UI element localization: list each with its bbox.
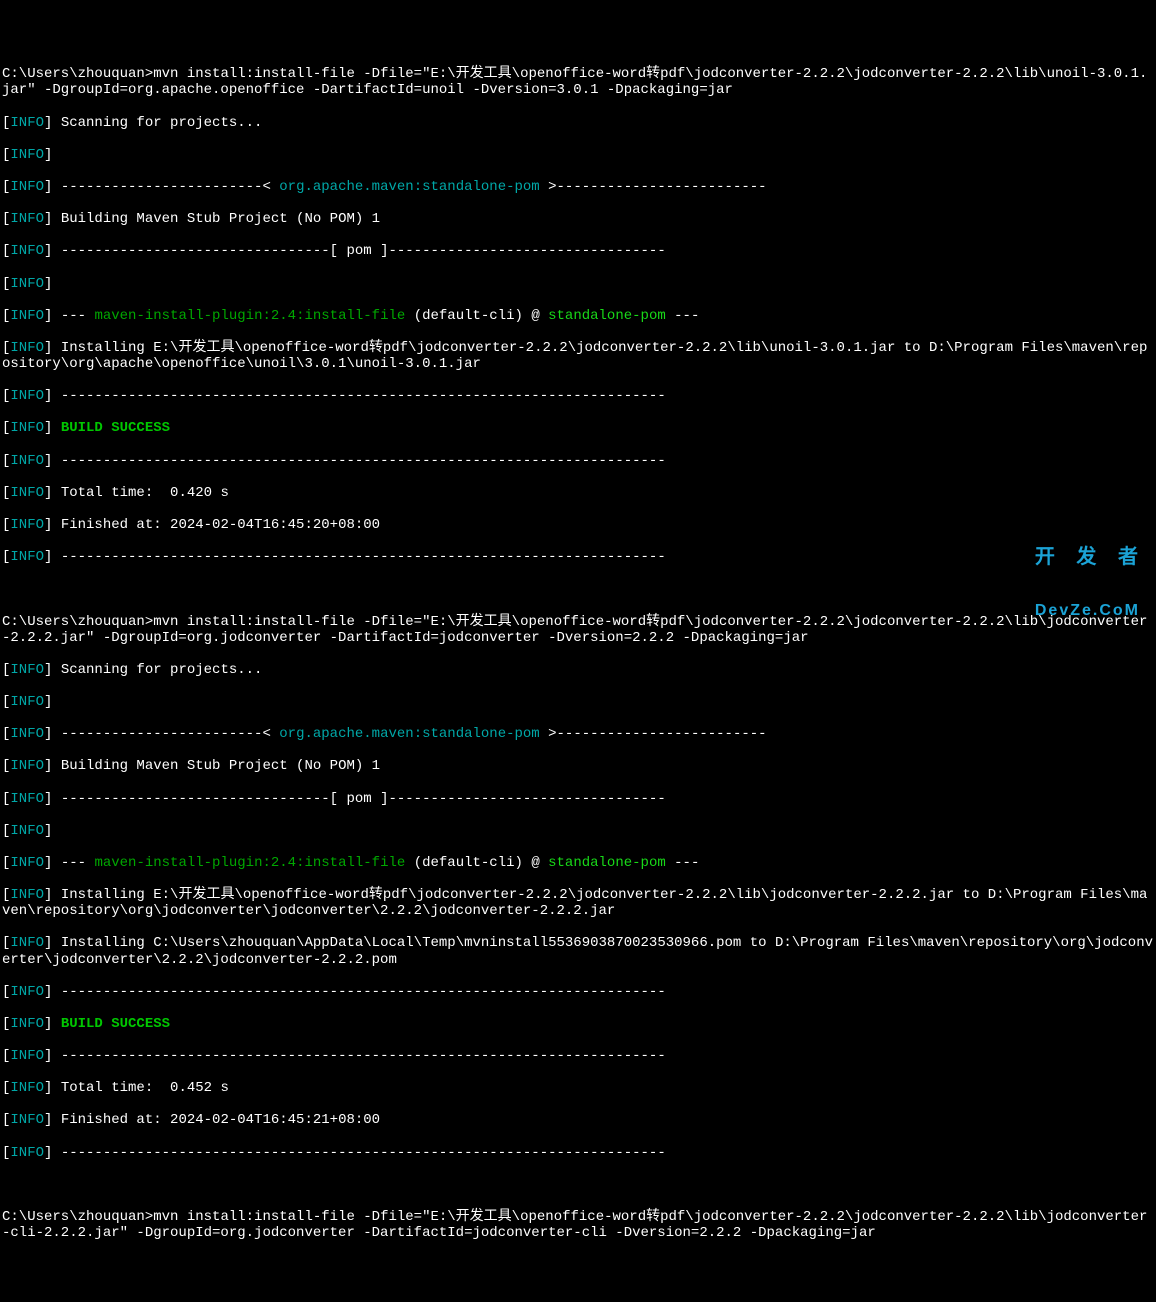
terminal-output[interactable]: C:\Users\zhouquan>mvn install:install-fi… xyxy=(2,1209,1154,1241)
log-level: INFO xyxy=(10,485,44,501)
log-level: INFO xyxy=(10,887,44,903)
log-level: INFO xyxy=(10,694,44,710)
build-success: BUILD SUCCESS xyxy=(52,1016,170,1032)
log-level: INFO xyxy=(10,453,44,469)
log-line: [INFO] --- maven-install-plugin:2.4:inst… xyxy=(2,308,1154,324)
log-level: INFO xyxy=(10,823,44,839)
log-line: [INFO] --- maven-install-plugin:2.4:inst… xyxy=(2,855,1154,871)
command: mvn install:install-file -Dfile="E:\开发工具… xyxy=(2,1209,1147,1241)
log-line: [INFO] Installing C:\Users\zhouquan\AppD… xyxy=(2,935,1154,967)
log-level: INFO xyxy=(10,1145,44,1161)
log-level: INFO xyxy=(10,388,44,404)
log-level: INFO xyxy=(10,147,44,163)
log-level: INFO xyxy=(10,984,44,1000)
log-level: INFO xyxy=(10,276,44,292)
watermark-text: 开 发 者 xyxy=(1035,546,1146,569)
log-line: [INFO] ---------------------------------… xyxy=(2,549,1154,565)
log-line: [INFO] ---------------------------------… xyxy=(2,388,1154,404)
log-level: INFO xyxy=(10,211,44,227)
plugin-name: maven-install-plugin:2.4:install-file xyxy=(94,308,405,324)
terminal-output[interactable]: C:\Users\zhouquan>mvn install:install-fi… xyxy=(2,614,1154,646)
log-level: INFO xyxy=(10,420,44,436)
log-line: [INFO] --------------------------------[… xyxy=(2,243,1154,259)
log-line: [INFO] Building Maven Stub Project (No P… xyxy=(2,758,1154,774)
log-line: [INFO] Total time: 0.420 s xyxy=(2,485,1154,501)
log-line: [INFO] --------------------------------[… xyxy=(2,791,1154,807)
log-line: [INFO] ---------------------------------… xyxy=(2,1048,1154,1064)
log-line: [INFO] xyxy=(2,694,1154,710)
log-line: [INFO] Scanning for projects... xyxy=(2,662,1154,678)
log-line: [INFO] Scanning for projects... xyxy=(2,115,1154,131)
log-line: [INFO] xyxy=(2,147,1154,163)
blank-line xyxy=(2,581,1154,597)
log-level: INFO xyxy=(10,855,44,871)
log-line: [INFO] Installing E:\开发工具\openoffice-wor… xyxy=(2,340,1154,372)
log-level: INFO xyxy=(10,1048,44,1064)
plugin-target: standalone-pom xyxy=(548,308,666,324)
log-level: INFO xyxy=(10,935,44,951)
terminal-output[interactable]: C:\Users\zhouquan>mvn install:install-fi… xyxy=(2,66,1154,98)
log-line: [INFO] ------------------------< org.apa… xyxy=(2,179,1154,195)
log-line: [INFO] ---------------------------------… xyxy=(2,1145,1154,1161)
log-level: INFO xyxy=(10,308,44,324)
maven-coordinates: org.apache.maven:standalone-pom xyxy=(279,179,539,195)
log-level: INFO xyxy=(10,758,44,774)
log-level: INFO xyxy=(10,1112,44,1128)
log-line: [INFO] ---------------------------------… xyxy=(2,453,1154,469)
log-level: INFO xyxy=(10,549,44,565)
log-level: INFO xyxy=(10,662,44,678)
build-success: BUILD SUCCESS xyxy=(52,420,170,436)
log-line: [INFO] BUILD SUCCESS xyxy=(2,1016,1154,1032)
log-line: [INFO] Building Maven Stub Project (No P… xyxy=(2,211,1154,227)
maven-coordinates: org.apache.maven:standalone-pom xyxy=(279,726,539,742)
blank-line xyxy=(2,1177,1154,1193)
log-line: [INFO] xyxy=(2,823,1154,839)
log-level: INFO xyxy=(10,726,44,742)
plugin-name: maven-install-plugin:2.4:install-file xyxy=(94,855,405,871)
log-level: INFO xyxy=(10,517,44,533)
log-line: [INFO] Installing E:\开发工具\openoffice-wor… xyxy=(2,887,1154,919)
log-level: INFO xyxy=(10,1080,44,1096)
log-line: [INFO] BUILD SUCCESS xyxy=(2,420,1154,436)
watermark: 开 发 者 DevZe.CoM xyxy=(1035,514,1146,636)
prompt: C:\Users\zhouquan> xyxy=(2,614,153,630)
log-line: [INFO] xyxy=(2,276,1154,292)
log-level: INFO xyxy=(10,340,44,356)
watermark-url: DevZe.CoM xyxy=(1035,602,1146,620)
command: mvn install:install-file -Dfile="E:\开发工具… xyxy=(2,614,1147,646)
plugin-target: standalone-pom xyxy=(548,855,666,871)
command: mvn install:install-file -Dfile="E:\开发工具… xyxy=(2,66,1147,98)
log-level: INFO xyxy=(10,791,44,807)
log-line: [INFO] Finished at: 2024-02-04T16:45:21+… xyxy=(2,1112,1154,1128)
log-level: INFO xyxy=(10,1016,44,1032)
log-line: [INFO] Total time: 0.452 s xyxy=(2,1080,1154,1096)
log-level: INFO xyxy=(10,243,44,259)
log-level: INFO xyxy=(10,115,44,131)
log-line: [INFO] ------------------------< org.apa… xyxy=(2,726,1154,742)
log-level: INFO xyxy=(10,179,44,195)
prompt: C:\Users\zhouquan> xyxy=(2,1209,153,1225)
log-line: [INFO] Finished at: 2024-02-04T16:45:20+… xyxy=(2,517,1154,533)
log-line: [INFO] ---------------------------------… xyxy=(2,984,1154,1000)
prompt: C:\Users\zhouquan> xyxy=(2,66,153,82)
